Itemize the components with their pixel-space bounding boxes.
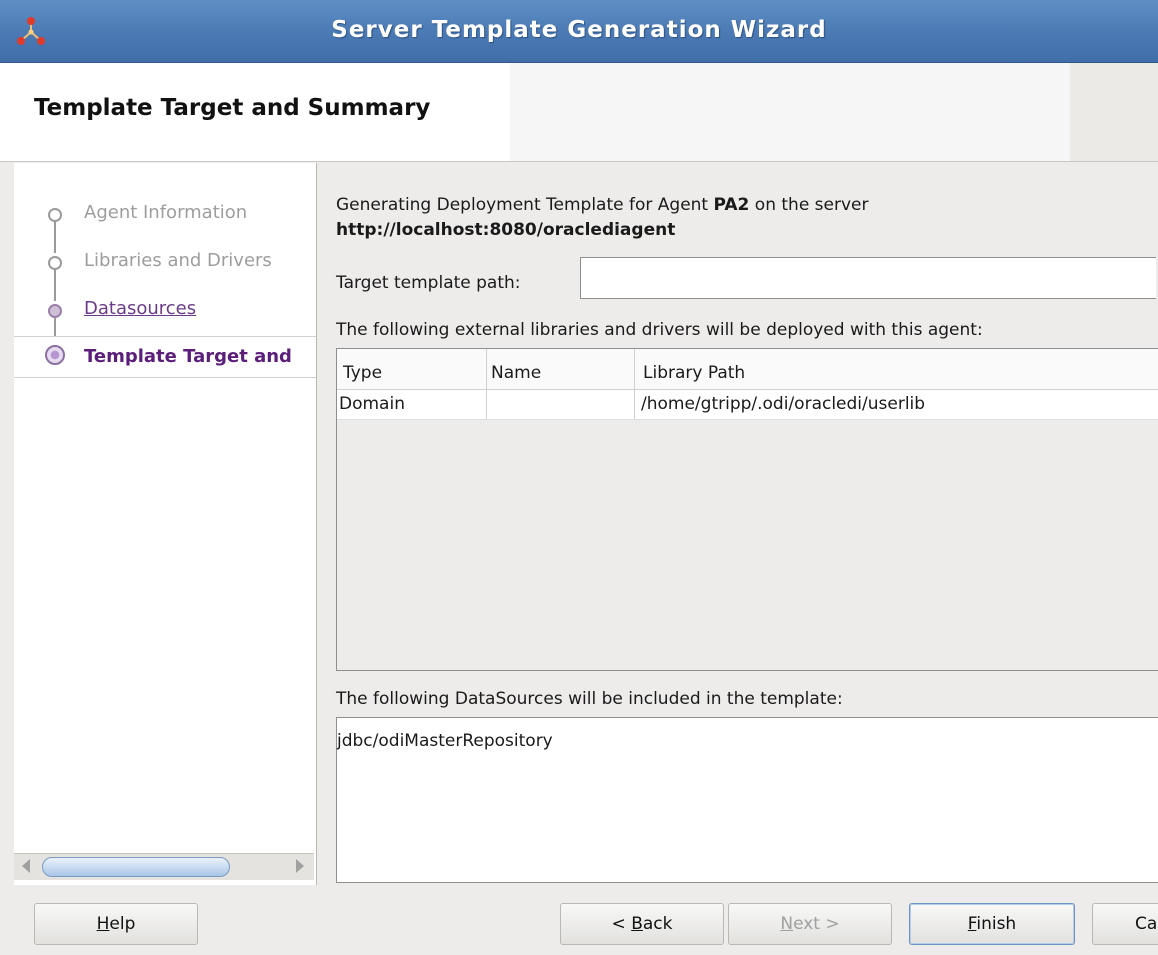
nav-step-label: Libraries and Drivers [84,250,272,271]
nav-step-template-target[interactable]: Template Target and [14,336,316,378]
button-label: inish [976,914,1017,934]
scroll-right-arrow-icon[interactable] [296,859,304,873]
generation-summary: Generating Deployment Template for Agent… [336,195,869,215]
wizard-step-nav: Agent Information Libraries and Drivers … [14,163,317,885]
nav-step-datasources[interactable]: Datasources [14,292,316,326]
mnemonic: B [631,914,643,934]
window-title-bar: Server Template Generation Wizard [0,0,1158,63]
mnemonic: H [96,914,110,934]
header-banner-edge [1070,63,1158,161]
target-path-input[interactable] [580,257,1156,299]
summary-suffix: on the server [749,195,869,215]
list-item[interactable]: jdbc/odiMasterRepository [337,731,553,751]
button-label: elp [109,914,136,934]
button-label: Ca [1135,914,1158,934]
window-title: Server Template Generation Wizard [331,17,827,43]
step-done-icon [48,256,62,270]
button-label: ext > [793,914,840,934]
target-path-label: Target template path: [336,273,521,293]
table-row[interactable]: Domain /home/gtripp/.odi/oracledi/userli… [337,390,1158,420]
summary-prefix: Generating Deployment Template for Agent [336,195,714,215]
nav-step-libraries-and-drivers[interactable]: Libraries and Drivers [14,244,316,278]
column-divider [634,349,635,419]
wizard-header: Template Target and Summary [0,63,1158,162]
datasources-label: The following DataSources will be includ… [336,689,843,709]
column-header-type[interactable]: Type [343,363,382,383]
mnemonic: N [780,914,794,934]
column-divider [486,349,487,419]
header-banner [510,63,1070,161]
cell-library-path: /home/gtripp/.odi/oracledi/userlib [641,394,926,414]
step-visited-icon [48,304,62,318]
datasources-list[interactable]: jdbc/odiMasterRepository [336,717,1158,883]
cancel-button[interactable]: Ca [1092,903,1158,945]
scroll-left-arrow-icon[interactable] [22,859,30,873]
step-current-icon [45,345,65,365]
libraries-label: The following external libraries and dri… [336,320,983,340]
page-title: Template Target and Summary [34,95,431,121]
column-header-library-path[interactable]: Library Path [643,363,745,383]
finish-button[interactable]: Finish [909,903,1075,945]
step-done-icon [48,208,62,222]
button-label: ack [642,914,673,934]
column-header-name[interactable]: Name [491,363,541,383]
help-button[interactable]: Help [34,903,198,945]
cell-type: Domain [339,394,405,414]
nav-step-label: Datasources [84,298,197,319]
nav-step-agent-information[interactable]: Agent Information [14,196,316,230]
nav-step-label: Template Target and [84,346,292,367]
button-label: < [611,914,632,934]
table-header: Type Name Library Path [337,349,1158,390]
nav-step-label: Agent Information [84,202,248,223]
server-url: http://localhost:8080/oraclediagent [336,220,676,240]
libraries-table[interactable]: Type Name Library Path Domain /home/gtri… [336,348,1158,671]
next-button[interactable]: Next > [728,903,892,945]
wizard-content: Generating Deployment Template for Agent… [318,163,1158,885]
nav-horizontal-scrollbar[interactable] [14,853,314,880]
back-button[interactable]: < Back [560,903,724,945]
scrollbar-thumb[interactable] [42,857,230,877]
agent-name: PA2 [713,195,750,215]
